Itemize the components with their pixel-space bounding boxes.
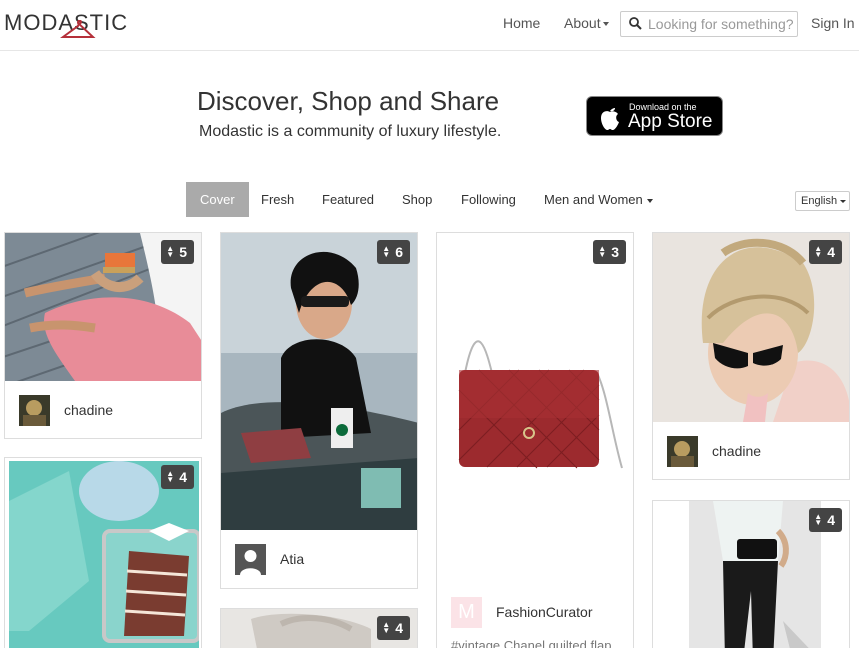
search-icon — [629, 17, 642, 30]
repin-count: 4 — [395, 620, 403, 636]
repin-count-badge[interactable]: ▲ ▼ 5 — [161, 240, 194, 264]
app-store-button[interactable]: Download on the App Store — [586, 96, 723, 136]
pin-card[interactable]: ▲ ▼ 3 M FashionCurator #vintage Chanel qui… — [436, 232, 634, 648]
pin-card[interactable]: ▲ ▼ 4 chadine — [652, 232, 850, 480]
pin-photo — [437, 233, 633, 583]
repin-count-badge[interactable]: ▲ ▼ 4 — [377, 616, 410, 640]
pin-photo — [9, 461, 199, 648]
apple-icon — [601, 108, 619, 130]
pin-caption: #vintage Chanel quilted flap — [451, 638, 612, 648]
repin-count-badge[interactable]: ▲ ▼ 3 — [593, 240, 626, 264]
username[interactable]: Atia — [280, 551, 304, 567]
repin-count: 4 — [827, 244, 835, 260]
navbar: MODASTIC Home About Sign In — [0, 0, 859, 51]
caret-down-icon — [840, 199, 847, 203]
avatar — [667, 436, 698, 467]
tab-cover[interactable]: Cover — [186, 182, 249, 217]
tab-men-and-women[interactable]: Men and Women — [530, 182, 667, 217]
caret-down-icon — [602, 22, 609, 27]
repin-count-badge[interactable]: ▲ ▼ 4 — [809, 508, 842, 532]
search-input[interactable] — [648, 15, 793, 33]
sort-icon: ▲ ▼ — [166, 469, 175, 485]
sort-icon: ▲ ▼ — [166, 244, 175, 260]
repin-count-badge[interactable]: ▲ ▼ 4 — [809, 240, 842, 264]
repin-count: 3 — [611, 244, 619, 260]
username[interactable]: chadine — [712, 443, 761, 459]
pin-card[interactable]: ▲ ▼ 4 — [652, 500, 850, 648]
sign-in-link[interactable]: Sign In — [811, 15, 855, 31]
repin-count: 4 — [179, 469, 187, 485]
tab-following[interactable]: Following — [447, 182, 530, 217]
repin-count: 5 — [179, 244, 187, 260]
sort-icon: ▲ ▼ — [814, 244, 823, 260]
nav-about[interactable]: About — [564, 15, 609, 31]
avatar: M — [451, 597, 482, 628]
sort-icon: ▲ ▼ — [598, 244, 607, 260]
sort-icon: ▲ ▼ — [382, 620, 391, 636]
repin-count-badge[interactable]: ▲ ▼ 6 — [377, 240, 410, 264]
logo[interactable]: MODASTIC — [4, 10, 128, 38]
language-select[interactable]: English — [795, 191, 850, 211]
pin-card[interactable]: ▲ ▼ 4 — [220, 608, 418, 648]
sort-icon: ▲ ▼ — [382, 244, 391, 260]
language-label: English — [801, 195, 838, 207]
nav-about-label: About — [564, 15, 601, 31]
avatar — [235, 544, 266, 575]
caret-down-icon — [646, 198, 653, 203]
repin-count: 6 — [395, 244, 403, 260]
repin-count-badge[interactable]: ▲ ▼ 4 — [161, 465, 194, 489]
app-store-big-text: App Store — [628, 111, 713, 132]
pin-card[interactable]: ▲ ▼ 5 chadine — [4, 232, 202, 439]
search-box — [620, 11, 798, 37]
hanger-icon — [60, 20, 96, 38]
pin-card[interactable]: ▲ ▼ 6 Atia — [220, 232, 418, 589]
tab-fresh[interactable]: Fresh — [247, 182, 308, 217]
hero-title: Discover, Shop and Share — [197, 86, 500, 116]
repin-count: 4 — [827, 512, 835, 528]
tab-men-and-women-label: Men and Women — [544, 192, 643, 207]
pin-photo — [221, 233, 417, 530]
username[interactable]: FashionCurator — [496, 604, 593, 620]
username[interactable]: chadine — [64, 402, 113, 418]
avatar — [19, 395, 50, 426]
nav-home[interactable]: Home — [503, 15, 540, 31]
pin-card[interactable]: ▲ ▼ 4 — [4, 457, 202, 648]
hero-subtitle: Modastic is a community of luxury lifest… — [199, 123, 502, 140]
tab-featured[interactable]: Featured — [308, 182, 388, 217]
tab-shop[interactable]: Shop — [388, 182, 446, 217]
sort-icon: ▲ ▼ — [814, 512, 823, 528]
